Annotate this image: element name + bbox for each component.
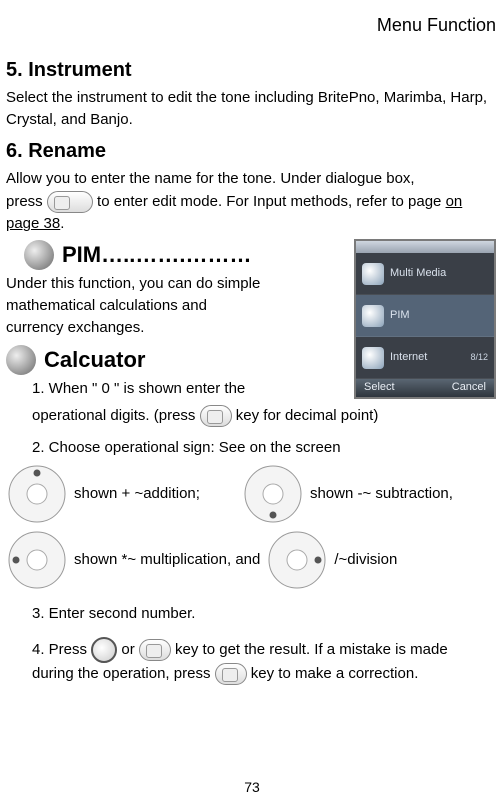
calc-step3: 3. Enter second number. <box>32 603 492 625</box>
screenshot-menu: Multi Media PIM Internet 8/12 <box>356 253 494 379</box>
heading-pim: PIM…..…….……… <box>24 239 344 271</box>
screenshot-row-label: Multi Media <box>390 266 446 282</box>
screenshot-statusbar <box>356 241 494 253</box>
screenshot-row-label: Internet <box>390 350 427 366</box>
section-header: Menu Function <box>6 12 498 38</box>
pim-title: PIM…..…….……… <box>62 239 251 271</box>
softkey-right: Cancel <box>452 380 486 396</box>
calc-s1c: key for decimal point) <box>236 407 379 424</box>
ok-key-icon <box>91 637 117 663</box>
op-div-text: /~division <box>334 549 397 571</box>
calc-op-row1: shown + ~addition; shown -~ subtraction, <box>6 463 498 525</box>
calc-step4: 4. Press or key to get the result. If a … <box>32 637 492 685</box>
pim-icon <box>362 305 384 327</box>
screenshot-row: Internet 8/12 <box>356 337 494 379</box>
instrument-body: Select the instrument to edit the tone i… <box>6 87 498 131</box>
calc-step1a: 1. When " 0 " is shown enter the <box>32 378 302 400</box>
screenshot-softkeys: Select Cancel <box>356 379 494 397</box>
page-number: 73 <box>0 777 504 797</box>
screenshot-row-label: PIM <box>390 308 410 324</box>
rename-line2: press to enter edit mode. For Input meth… <box>6 191 498 235</box>
calc-s4b: or <box>121 641 139 658</box>
heading-instrument: 5. Instrument <box>6 56 498 85</box>
calc-step2: 2. Choose operational sign: See on the s… <box>32 437 492 459</box>
rename-line1: Allow you to enter the name for the tone… <box>6 168 498 190</box>
left-softkey-icon <box>139 639 171 661</box>
rename-line2a: press <box>6 193 47 210</box>
right-softkey-icon <box>215 663 247 685</box>
pim-heading-icon <box>24 240 54 270</box>
calculator-title: Calcuator <box>44 344 145 376</box>
dpad-right-icon <box>266 529 328 591</box>
heading-rename: 6. Rename <box>6 137 498 166</box>
phone-screenshot: Multi Media PIM Internet 8/12 Select Can… <box>354 239 496 399</box>
dpad-up-icon <box>6 463 68 525</box>
dpad-down-icon <box>242 463 304 525</box>
softkey-icon <box>47 191 93 213</box>
calc-s4a: 4. Press <box>32 641 91 658</box>
heading-calculator: Calcuator <box>6 344 344 376</box>
calc-step1b: operational digits. (press key for decim… <box>32 405 492 427</box>
screenshot-row: Multi Media <box>356 253 494 295</box>
op-sub-text: shown -~ subtraction, <box>310 483 453 505</box>
hash-key-icon <box>200 405 232 427</box>
screenshot-row: PIM <box>356 295 494 337</box>
multimedia-icon <box>362 263 384 285</box>
op-mul-text: shown *~ multiplication, and <box>74 549 260 571</box>
internet-icon <box>362 347 384 369</box>
dpad-left-icon <box>6 529 68 591</box>
rename-line2c: . <box>60 215 64 232</box>
calc-s4d: key to make a correction. <box>251 665 419 682</box>
calculator-heading-icon <box>6 345 36 375</box>
softkey-left: Select <box>364 380 395 396</box>
op-add-text: shown + ~addition; <box>74 483 200 505</box>
calc-s1b: operational digits. (press <box>32 407 200 424</box>
pim-body: Under this function, you can do simple m… <box>6 273 266 338</box>
calc-op-row2: shown *~ multiplication, and /~division <box>6 529 498 591</box>
rename-line2b: to enter edit mode. For Input methods, r… <box>97 193 446 210</box>
screenshot-row-count: 8/12 <box>470 351 488 364</box>
